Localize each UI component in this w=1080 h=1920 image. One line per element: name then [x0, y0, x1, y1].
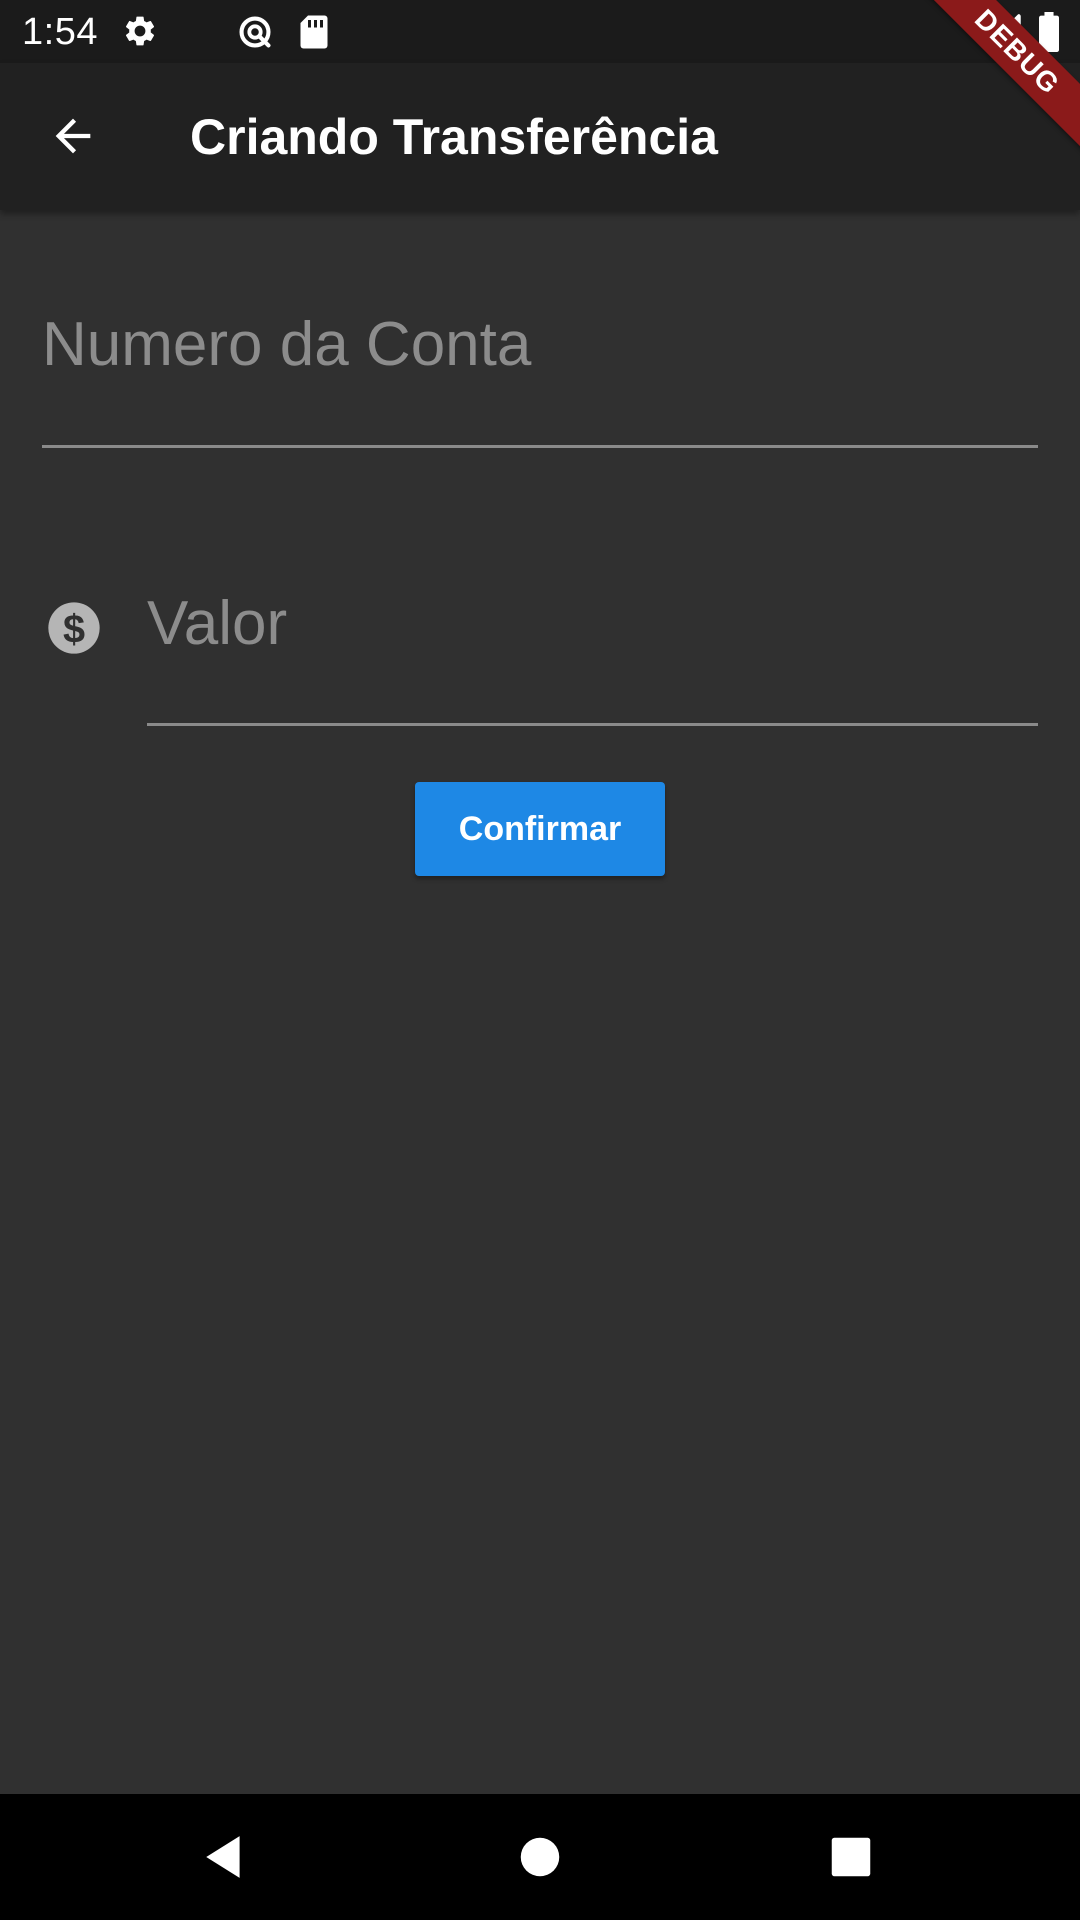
value-field: [147, 570, 1038, 726]
data-saver-icon: [239, 16, 271, 48]
app-bar: Criando Transferência: [0, 63, 1080, 210]
nav-back-button[interactable]: [190, 1822, 260, 1892]
account-number-input[interactable]: [42, 290, 1038, 448]
arrow-back-icon: [55, 118, 91, 154]
page-title: Criando Transferência: [190, 109, 718, 165]
navigation-bar: [0, 1794, 1080, 1920]
back-button[interactable]: [28, 91, 118, 181]
transfer-form-screen: 1:54 DEBUG Criando Transferência Numero …: [0, 0, 1080, 1920]
value-input[interactable]: [147, 570, 1038, 726]
recents-square-icon: [831, 1837, 871, 1877]
status-time: 1:54: [22, 11, 98, 53]
nav-home-button[interactable]: [505, 1822, 575, 1892]
account-number-field: [42, 290, 1038, 448]
settings-icon: [125, 16, 155, 46]
svg-text:$: $: [63, 607, 85, 651]
monetization-on-icon: $: [48, 602, 100, 654]
sd-card-icon: [300, 15, 328, 49]
home-circle-icon: [520, 1837, 560, 1877]
status-bar: 1:54: [0, 0, 1080, 63]
back-triangle-icon: [206, 1836, 240, 1878]
confirm-button[interactable]: Confirmar: [415, 782, 665, 876]
nav-recents-button[interactable]: [816, 1822, 886, 1892]
